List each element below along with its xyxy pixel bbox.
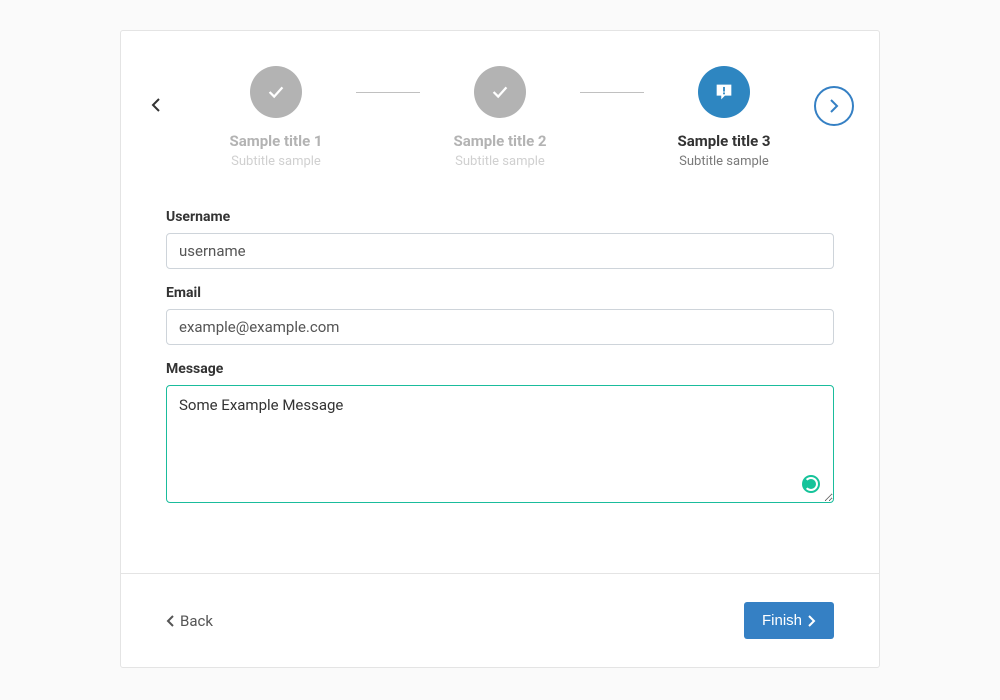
finish-button[interactable]: Finish — [744, 602, 834, 639]
message-textarea-wrap — [166, 385, 834, 507]
step-indicator: Sample title 1 Subtitle sample Sample ti… — [196, 66, 804, 169]
grammarly-icon — [802, 475, 820, 493]
finish-button-label: Finish — [762, 612, 802, 629]
message-group: Message — [166, 361, 834, 507]
step-subtitle: Subtitle sample — [679, 154, 769, 169]
step-connector — [356, 92, 420, 93]
prev-step-arrow[interactable] — [146, 96, 164, 114]
message-textarea[interactable] — [166, 385, 834, 503]
message-label: Message — [166, 361, 834, 377]
email-group: Email — [166, 285, 834, 345]
step-circle — [698, 66, 750, 118]
step-subtitle: Subtitle sample — [455, 154, 545, 169]
step-title: Sample title 3 — [677, 132, 770, 150]
email-label: Email — [166, 285, 834, 301]
username-label: Username — [166, 209, 834, 225]
next-step-arrow[interactable] — [814, 86, 854, 126]
back-button[interactable]: Back — [166, 612, 213, 630]
email-input[interactable] — [166, 309, 834, 345]
username-input[interactable] — [166, 233, 834, 269]
chevron-right-icon — [808, 615, 816, 627]
check-icon — [489, 81, 511, 103]
step-title: Sample title 2 — [453, 132, 546, 150]
form-body: Username Email Message — [121, 199, 879, 573]
username-group: Username — [166, 209, 834, 269]
back-button-label: Back — [180, 612, 213, 630]
step-subtitle: Subtitle sample — [231, 154, 321, 169]
chevron-left-icon — [166, 615, 174, 627]
step-1[interactable]: Sample title 1 Subtitle sample — [196, 66, 356, 169]
chevron-right-icon — [829, 98, 839, 114]
chevron-left-icon — [151, 98, 160, 112]
step-connector — [580, 92, 644, 93]
step-circle — [250, 66, 302, 118]
wizard-footer: Back Finish — [121, 573, 879, 667]
comment-alert-icon — [713, 81, 735, 103]
wizard-header: Sample title 1 Subtitle sample Sample ti… — [121, 31, 879, 199]
step-2[interactable]: Sample title 2 Subtitle sample — [420, 66, 580, 169]
wizard-container: Sample title 1 Subtitle sample Sample ti… — [120, 30, 880, 668]
check-icon — [265, 81, 287, 103]
step-3[interactable]: Sample title 3 Subtitle sample — [644, 66, 804, 169]
step-title: Sample title 1 — [229, 132, 322, 150]
step-circle — [474, 66, 526, 118]
